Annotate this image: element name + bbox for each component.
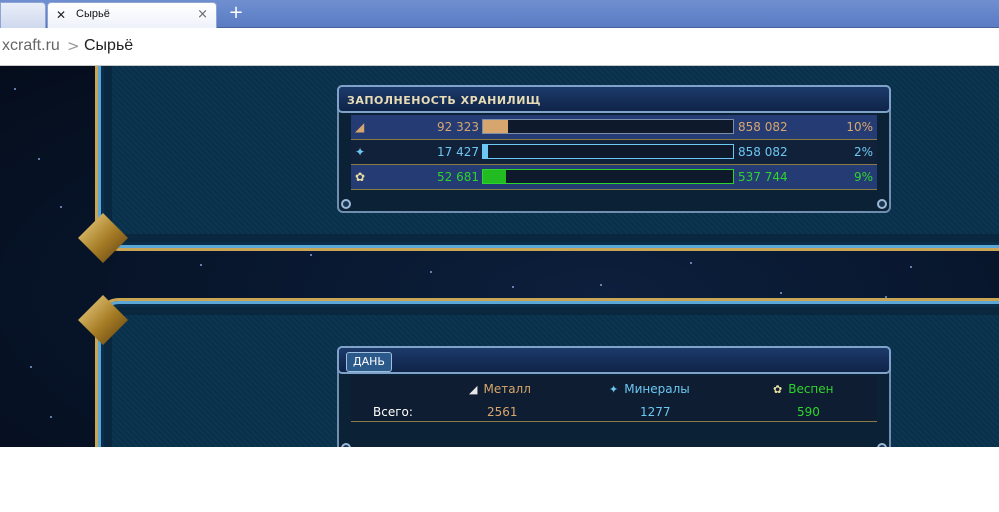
panel-corner-icon [877, 199, 887, 209]
minerals-progress-fill [483, 145, 488, 158]
metal-percent: 10% [846, 120, 873, 134]
metal-icon: ◢ [355, 120, 365, 134]
tab-previous[interactable] [0, 2, 46, 28]
tab-active[interactable]: ✕ Сырьё × [47, 2, 217, 28]
storage-row-metal: ◢ 92 323 858 082 10% [351, 115, 877, 140]
minerals-progress-bar [482, 144, 734, 159]
header-vespene: ✿ Веспен [773, 382, 834, 396]
tab-close-icon[interactable]: × [197, 7, 208, 22]
header-vespene-label: Веспен [788, 382, 834, 396]
total-minerals: 1277 [640, 405, 671, 419]
total-label: Всего: [373, 405, 413, 419]
minerals-percent: 2% [853, 145, 873, 159]
storage-row-minerals: ✦ 17 427 858 082 2% [351, 140, 877, 165]
metal-icon: ◢ [469, 383, 478, 396]
address-bar[interactable]: xcraft.ru > Сырьё [0, 28, 999, 66]
chevron-right-icon: > [67, 37, 80, 55]
total-metal: 2561 [487, 405, 518, 419]
minerals-amount: 17 427 [437, 145, 479, 159]
xcraft-favicon-icon: ✕ [56, 8, 67, 22]
vespene-progress-bar [482, 169, 734, 184]
day-tab-button[interactable]: ДАНЬ [346, 352, 392, 372]
panel-corner-icon [877, 443, 887, 447]
panel-corner-icon [341, 199, 351, 209]
metal-capacity: 858 082 [738, 120, 788, 134]
browser-tab-bar: ✕ Сырьё × + [0, 0, 999, 28]
tab-title: Сырьё [76, 8, 110, 20]
minerals-icon: ✦ [609, 383, 619, 396]
storage-title: ЗАПОЛНЕНОСТЬ ХРАНИЛИЩ [347, 94, 541, 107]
vespene-amount: 52 681 [437, 170, 479, 184]
production-table: ◢ Металл ✦ Минералы ✿ Веспен Всего: 2561 12… [351, 376, 877, 422]
new-tab-button[interactable]: + [226, 4, 246, 24]
vespene-icon: ✿ [355, 170, 366, 184]
panel-corner-icon [341, 443, 351, 447]
minerals-capacity: 858 082 [738, 145, 788, 159]
header-metal-label: Металл [483, 382, 531, 396]
storage-panel: ЗАПОЛНЕНОСТЬ ХРАНИЛИЩ ◢ 92 323 858 082 1… [337, 85, 891, 213]
total-vespene: 590 [797, 405, 820, 419]
vespene-icon: ✿ [773, 383, 783, 396]
header-minerals-label: Минералы [624, 382, 690, 396]
metal-progress-bar [482, 119, 734, 134]
vespene-percent: 9% [853, 170, 873, 184]
vespene-capacity: 537 744 [738, 170, 788, 184]
storage-panel-header: ЗАПОЛНЕНОСТЬ ХРАНИЛИЩ [337, 85, 891, 113]
game-viewport: ЗАПОЛНЕНОСТЬ ХРАНИЛИЩ ◢ 92 323 858 082 1… [0, 66, 999, 447]
address-host[interactable]: xcraft.ru [2, 37, 60, 55]
production-panel-header: ДАНЬ [337, 346, 891, 374]
metal-progress-fill [483, 120, 508, 133]
header-minerals: ✦ Минералы [609, 382, 690, 396]
storage-row-vespene: ✿ 52 681 537 744 9% [351, 165, 877, 190]
header-metal: ◢ Металл [469, 382, 531, 396]
production-panel: ДАНЬ ◢ Металл ✦ Минералы ✿ Веспен Всего: 25… [337, 346, 891, 447]
address-page[interactable]: Сырьё [84, 37, 133, 55]
minerals-icon: ✦ [355, 145, 366, 159]
vespene-progress-fill [483, 170, 506, 183]
metal-amount: 92 323 [437, 120, 479, 134]
